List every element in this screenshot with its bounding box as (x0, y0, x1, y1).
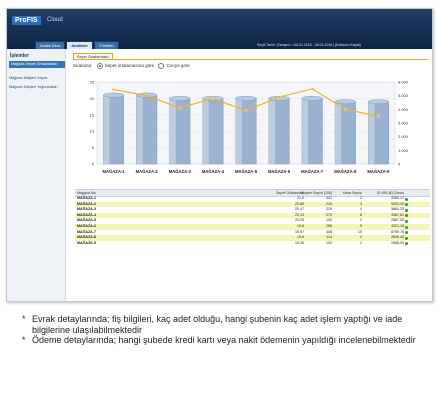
sort-filters: Sıralama: Sepet ortalamasına göre Ciroya… (73, 63, 190, 69)
col-store-name: MAĞAZA-9 (77, 240, 96, 245)
tab-analizler[interactable]: Analizler (66, 41, 93, 49)
notes: * Evrak detaylarında; fiş bilgileri, kaç … (22, 314, 422, 346)
sidebar: İşlemler Mağaza Sepet Ortalamaları Mağaz… (7, 49, 66, 301)
chart-bar-highlight (301, 98, 309, 164)
x-tick-label: MAĞAZA-2 (136, 169, 159, 174)
chart-line-point (112, 87, 116, 92)
sidebar-title: İşlemler (10, 53, 29, 59)
y2-tick-label: 3.000 (398, 121, 409, 126)
sort-radio-revenue[interactable] (158, 63, 165, 69)
x-tick-label: MAĞAZA-7 (301, 169, 324, 174)
y-tick-label: 25 (90, 80, 95, 85)
col-revenue: 1965,09 (391, 240, 404, 245)
user-info-bar: Seçili Tarihi: (Tarayıcı: • 06.01.2016 -… (257, 43, 361, 47)
chart-line-point (178, 106, 182, 110)
sort-label: Sıralama: (73, 63, 93, 69)
chart-bar-top (367, 99, 389, 105)
chart-line-point (343, 107, 347, 111)
x-tick-label: MAĞAZA-8 (334, 169, 357, 174)
bullet-asterisk: * (22, 335, 26, 345)
note-item: * Ödeme detaylarında; hangi şubede kredi … (22, 335, 422, 346)
sidebar-item-musteri-yogunluklari[interactable]: Mağaza Müşteri Yoğunlukları (9, 85, 61, 90)
note-text: Evrak detaylarında; fiş bilgileri, kaç a… (32, 314, 403, 335)
chart-line-point (211, 96, 215, 100)
tab-analiz-ekrani[interactable]: Analiz Ekra (35, 41, 66, 49)
status-dot-icon (405, 214, 408, 218)
chart-bar-highlight (202, 98, 209, 164)
chart-line-point (145, 94, 149, 98)
status-dot-icon (405, 208, 408, 212)
app-logo: ProFIS (12, 16, 41, 25)
sort-option-average[interactable]: Sepet ortalamasına göre (105, 63, 154, 68)
col-customer-count: 102 (326, 240, 332, 245)
x-tick-label: MAĞAZA-9 (367, 169, 390, 174)
status-dot-icon (405, 203, 408, 207)
sidebar-item-musteri-sayisi[interactable]: Mağaza Müşteri Sayısı (9, 76, 61, 81)
sort-radio-average[interactable] (96, 63, 103, 69)
y2-tick-label: 2.000 (398, 134, 409, 139)
y2-tick-label: 6.000 (398, 80, 409, 85)
app-subtitle: Cloud (47, 17, 63, 23)
y2-tick-label: 5.000 (398, 93, 409, 98)
table-row[interactable]: MAĞAZA-9 19,26 102 2 1965,09 (75, 241, 430, 247)
chart-bar-top (169, 95, 191, 101)
x-tick-label: MAĞAZA-1 (103, 169, 126, 174)
y-tick-label: 20 (90, 96, 95, 101)
main-tabs: Analiz Ekra Analizler Yönetim (35, 41, 119, 49)
sidebar-item-sepet-ortalamalari[interactable]: Mağaza Sepet Ortalamaları (9, 61, 65, 68)
chart-bar-highlight (136, 95, 143, 164)
status-dot-icon (405, 236, 408, 240)
chart-bar-top (235, 95, 257, 101)
note-text: Ödeme detaylarında; hangi şubede kredi k… (32, 335, 416, 345)
y-tick-label: 10 (90, 129, 95, 134)
status-dot-icon (405, 225, 408, 229)
y2-tick-label: 1.000 (398, 148, 409, 153)
chart-bar-highlight (103, 95, 110, 164)
chart-bar-highlight (169, 98, 176, 164)
y2-tick-label: 4.000 (398, 107, 409, 112)
chart-line-point (277, 95, 281, 99)
subtab-divider (73, 59, 429, 60)
bullet-asterisk: * (22, 314, 26, 324)
status-dot-icon (405, 219, 408, 223)
note-item: * Evrak detaylarında; fiş bilgileri, kaç … (22, 314, 422, 335)
tab-yonetim[interactable]: Yönetim (93, 41, 119, 49)
main-panel: Sepet Ortalamaları Sıralama: Sepet ortal… (69, 49, 431, 301)
col-basket-average: 19,26 (295, 240, 304, 245)
x-tick-label: MAĞAZA-5 (235, 169, 258, 174)
status-dot-icon (405, 197, 408, 201)
x-tick-label: MAĞAZA-4 (202, 169, 225, 174)
chart-line-point (310, 87, 314, 91)
y-tick-label: 15 (90, 112, 95, 117)
title-bar: ProFIS Cloud Analiz Ekra Analizler Yönet… (7, 9, 432, 49)
x-tick-label: MAĞAZA-3 (169, 169, 192, 174)
chart-line-point (244, 109, 248, 113)
sort-option-revenue[interactable]: Ciroya göre (167, 63, 190, 68)
y-tick-label: 0 (92, 162, 95, 167)
status-dot-icon (405, 242, 408, 246)
chart-line-point (376, 114, 380, 118)
chart-bar-highlight (335, 101, 342, 164)
chart-bar-highlight (368, 101, 375, 164)
store-chart: 0 5 10 15 20 25 0 1.000 2.000 3.000 4.000 5.000 6.00… (90, 80, 409, 175)
x-tick-label: MAĞAZA-6 (268, 169, 291, 174)
status-dot-icon (405, 231, 408, 235)
y-tick-label: 5 (92, 145, 95, 150)
chart-bar-highlight (268, 98, 276, 164)
y2-tick-label: 0 (398, 162, 401, 167)
app-screenshot: ProFIS Cloud Analiz Ekra Analizler Yönet… (6, 8, 433, 302)
chart-bar-top (103, 92, 125, 98)
col-register-count: 2 (360, 240, 362, 245)
chart-bar-top (301, 95, 323, 101)
chart-bar-top (334, 99, 356, 105)
